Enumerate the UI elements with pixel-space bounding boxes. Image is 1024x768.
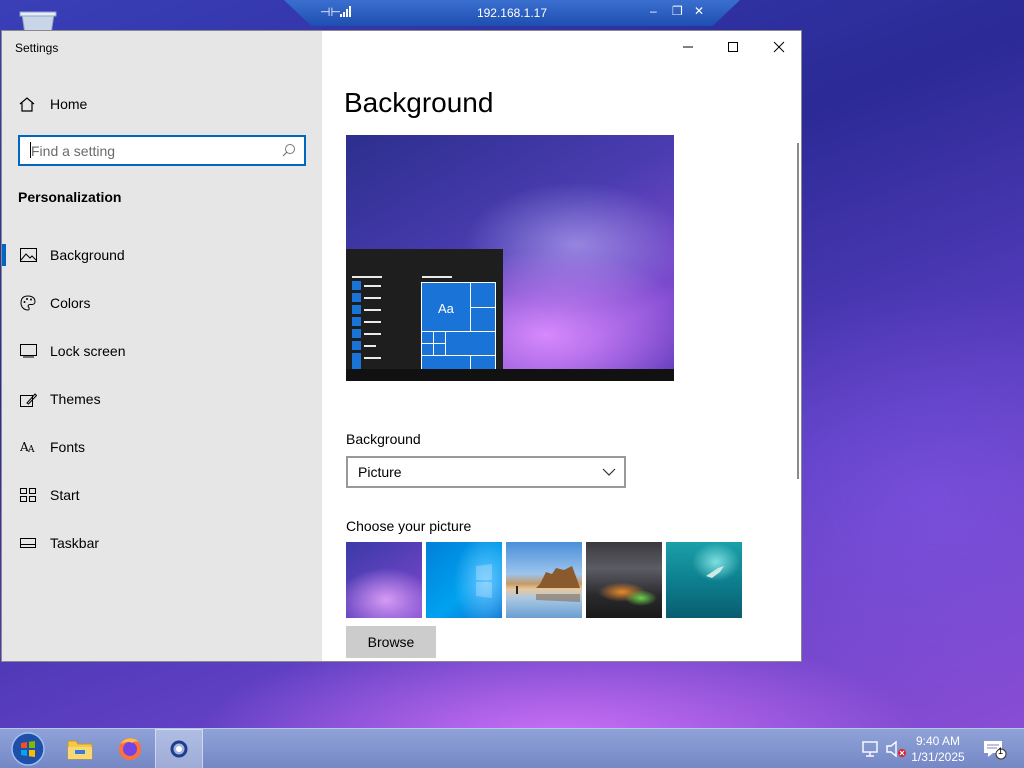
sidebar-item-lock-screen[interactable]: Lock screen [2,327,322,375]
picture-thumbnail-underwater[interactable] [666,542,742,618]
search-input[interactable] [31,141,281,161]
picture-icon [19,247,37,263]
picture-thumbnails [346,542,742,618]
sidebar-item-label: Colors [50,295,91,311]
folder-icon [67,740,93,760]
settings-content: Background Aa Background Picture Choose … [322,31,801,661]
content-scrollbar[interactable] [797,143,799,479]
clock-date: 1/31/2025 [911,750,965,764]
sidebar-item-label: Background [50,247,125,263]
remote-close-icon[interactable]: ✕ [694,4,704,18]
taskbar-clock[interactable]: 9:40 AM 1/31/2025 [906,733,970,765]
sidebar-item-label: Themes [50,391,101,407]
sidebar-item-fonts[interactable]: AA Fonts [2,423,322,471]
sidebar-item-label: Taskbar [50,535,100,551]
search-icon[interactable] [282,143,296,157]
desktop-preview: Aa [346,135,674,381]
background-type-dropdown[interactable]: Picture [346,456,626,488]
start-button[interactable] [4,729,52,768]
active-indicator [2,244,6,266]
palette-icon [19,295,37,311]
taskbar-settings-app[interactable] [155,729,203,768]
taskbar-firefox[interactable] [106,729,154,768]
remote-connection-bar: ⊣⊢ 192.168.1.17 – ❐ ✕ [284,0,740,26]
start-icon [19,487,37,503]
settings-window: Settings Home Personalization Background [1,30,802,662]
fonts-icon: AA [19,439,37,455]
sidebar-item-themes[interactable]: Themes [2,375,322,423]
notifications-icon [984,741,1007,760]
preview-start-menu: Aa [346,249,503,381]
home-label: Home [50,96,88,112]
sidebar-item-start[interactable]: Start [2,471,322,519]
remote-minimize-icon[interactable]: – [650,4,657,18]
notification-count: 1 [998,746,1004,756]
clock-time: 9:40 AM [915,734,961,748]
themes-icon [19,391,37,407]
settings-sidebar: Settings Home Personalization Background [2,31,322,661]
taskbar: 9:40 AM 1/31/2025 1 [0,728,1024,768]
sidebar-item-label: Start [50,487,80,503]
preview-taskbar [346,369,674,381]
sidebar-item-label: Lock screen [50,343,126,359]
action-center-button[interactable]: 1 [972,729,1016,768]
search-box[interactable] [18,135,306,166]
window-title: Settings [15,41,59,55]
windows-orb-icon [11,732,45,766]
personalization-nav: Background Colors Lock screen Themes A A… [2,231,322,567]
background-type-label: Background [346,431,421,447]
choose-picture-label: Choose your picture [346,518,472,534]
sidebar-item-taskbar[interactable]: Taskbar [2,519,322,567]
taskbar-icon [19,535,37,551]
picture-thumbnail-purple[interactable] [346,542,422,618]
page-title: Background [344,87,494,118]
home-nav-item[interactable]: Home [18,94,87,114]
remote-restore-icon[interactable]: ❐ [672,4,683,18]
browse-button[interactable]: Browse [346,626,436,658]
home-icon [19,97,35,112]
picture-thumbnail-beach[interactable] [506,542,582,618]
dropdown-value: Picture [358,464,402,480]
svg-text:A: A [27,445,35,454]
section-heading: Personalization [18,189,122,205]
chevron-down-icon [602,468,616,476]
taskbar-file-explorer[interactable] [56,729,104,768]
sidebar-item-label: Fonts [50,439,86,455]
preview-tile-text: Aa [438,301,454,316]
lock-screen-icon [19,343,37,359]
sidebar-item-colors[interactable]: Colors [2,279,322,327]
sidebar-item-background[interactable]: Background [2,231,322,279]
firefox-icon [119,738,141,760]
picture-thumbnail-night-sky[interactable] [586,542,662,618]
settings-gear-icon [170,740,188,758]
picture-thumbnail-windows-blue[interactable] [426,542,502,618]
